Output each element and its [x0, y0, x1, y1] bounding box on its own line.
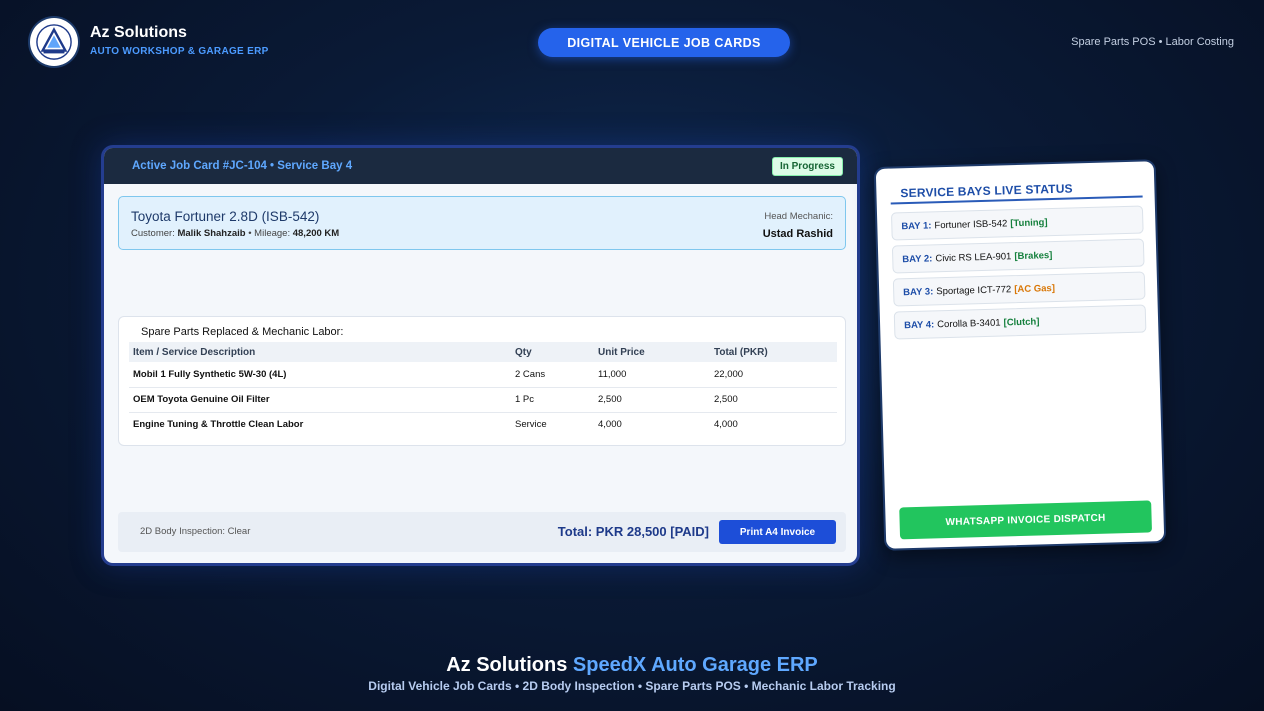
item-total: 22,000: [710, 362, 837, 388]
item-description: Engine Tuning & Throttle Clean Labor: [133, 419, 304, 431]
item-qty: 2 Cans: [511, 362, 594, 388]
job-card-title: Active Job Card #JC-104 • Service Bay 4: [132, 160, 353, 172]
bay-label: BAY 3:: [903, 285, 934, 298]
top-header: Az Solutions AUTO WORKSHOP & GARAGE ERP …: [0, 0, 1264, 90]
brand-name: Az Solutions: [90, 24, 187, 41]
footer-subtitle: Digital Vehicle Job Cards • 2D Body Insp…: [368, 679, 896, 693]
bay-label: BAY 1:: [901, 219, 932, 232]
customer-label: Customer:: [131, 228, 175, 239]
footer-title-main: Az Solutions: [446, 654, 568, 676]
table-row: Engine Tuning & Throttle Clean Labor Ser…: [129, 412, 837, 437]
job-card-footer: 2D Body Inspection: Clear Total: PKR 28,…: [118, 512, 846, 552]
bay-tag: [Brakes]: [1014, 249, 1053, 262]
table-row: Mobil 1 Fully Synthetic 5W-30 (4L) 2 Can…: [129, 362, 837, 388]
job-cards-pill-button[interactable]: DIGITAL VEHICLE JOB CARDS: [538, 28, 790, 57]
parts-table: Item / Service Description Qty Unit Pric…: [129, 342, 837, 437]
item-unit-price: 2,500: [594, 387, 710, 413]
invoice-total: Total: PKR 28,500 [PAID]: [557, 524, 709, 539]
header-tagline: Spare Parts POS • Labor Costing: [1071, 36, 1234, 48]
column-header: Qty: [511, 342, 594, 362]
item-qty: 1 Pc: [511, 387, 594, 413]
bay-tag: [Clutch]: [1003, 315, 1040, 328]
mileage-value: 48,200 KM: [292, 228, 340, 239]
item-description: OEM Toyota Genuine Oil Filter: [129, 387, 511, 413]
service-bays-panel: SERVICE BAYS LIVE STATUS BAY 1: Fortuner…: [873, 159, 1167, 551]
bay-tag: [Tuning]: [1010, 216, 1048, 229]
brand-logo: [30, 18, 78, 66]
column-header: Item / Service Description: [129, 342, 511, 362]
item-qty: Service: [515, 419, 547, 431]
bay-vehicle: Sportage ICT-772: [936, 283, 1012, 297]
vehicle-meta: Customer: Malik Shahzaib • Mileage: 48,2…: [131, 228, 339, 239]
mileage-label: • Mileage:: [248, 228, 291, 239]
job-card-panel: Active Job Card #JC-104 • Service Bay 4 …: [101, 145, 860, 566]
column-header: Unit Price: [594, 342, 710, 362]
brand-subtitle: AUTO WORKSHOP & GARAGE ERP: [90, 46, 269, 57]
bay-item[interactable]: BAY 3: Sportage ICT-772 [AC Gas]: [892, 271, 1146, 307]
status-badge: In Progress: [771, 156, 843, 176]
job-card-header: Active Job Card #JC-104 • Service Bay 4 …: [104, 148, 857, 184]
bay-tag: [AC Gas]: [1014, 282, 1056, 295]
whatsapp-dispatch-button[interactable]: WHATSAPP INVOICE DISPATCH: [899, 500, 1153, 540]
inspection-status: 2D Body Inspection: Clear: [140, 526, 251, 537]
bay-vehicle: Corolla B-3401: [937, 317, 1001, 330]
item-total: 4,000: [714, 419, 738, 431]
column-header: Total (PKR): [710, 342, 837, 362]
bay-item[interactable]: BAY 2: Civic RS LEA-901 [Brakes]: [891, 238, 1145, 274]
item-unit-price: 4,000: [598, 419, 622, 431]
mechanic-name: Ustad Rashid: [762, 228, 833, 240]
bay-label: BAY 2:: [902, 252, 933, 265]
parts-section: Spare Parts Replaced & Mechanic Labor: I…: [118, 316, 846, 446]
triangle-logo-icon: [36, 24, 72, 60]
bay-vehicle: Civic RS LEA-901: [935, 250, 1012, 264]
bay-item[interactable]: BAY 1: Fortuner ISB-542 [Tuning]: [890, 205, 1144, 241]
bay-label: BAY 4:: [903, 318, 935, 331]
table-header-row: Item / Service Description Qty Unit Pric…: [129, 342, 837, 362]
bay-item[interactable]: BAY 4: Corolla B-3401 [Clutch]: [893, 304, 1147, 340]
table-row: OEM Toyota Genuine Oil Filter 1 Pc 2,500…: [129, 387, 837, 413]
mechanic-label: Head Mechanic:: [764, 211, 833, 222]
vehicle-name: Toyota Fortuner 2.8D (ISB-542): [131, 209, 320, 224]
item-total: 2,500: [710, 387, 837, 413]
footer-title-accent: SpeedX Auto Garage ERP: [572, 654, 818, 676]
bay-vehicle: Fortuner ISB-542: [934, 217, 1008, 231]
item-unit-price: 11,000: [594, 362, 710, 388]
item-description: Mobil 1 Fully Synthetic 5W-30 (4L): [129, 362, 511, 388]
customer-name: Malik Shahzaib: [177, 228, 246, 239]
vehicle-info-box: Toyota Fortuner 2.8D (ISB-542) Customer:…: [118, 196, 846, 250]
print-invoice-button[interactable]: Print A4 Invoice: [719, 520, 836, 544]
parts-title: Spare Parts Replaced & Mechanic Labor:: [141, 326, 344, 338]
footer-title: Az Solutions SpeedX Auto Garage ERP: [0, 654, 1264, 677]
